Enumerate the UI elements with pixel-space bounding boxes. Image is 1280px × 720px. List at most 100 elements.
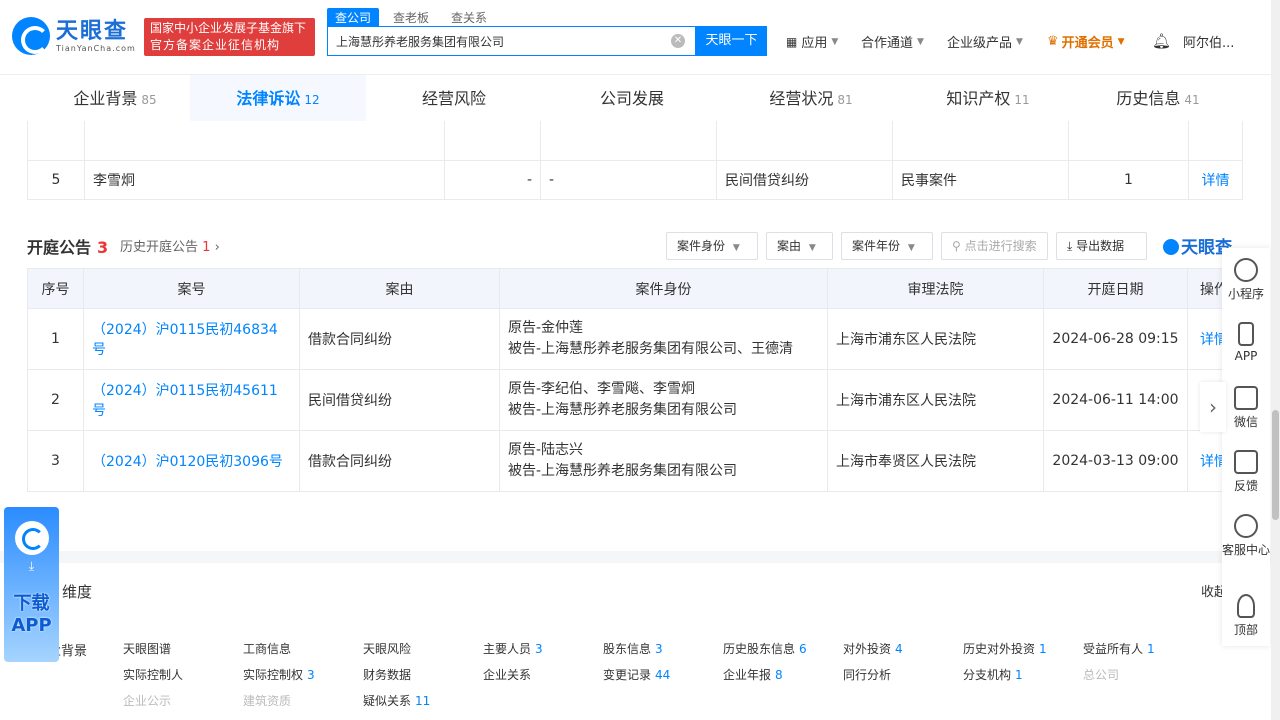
dim-count: 8: [775, 668, 783, 682]
nav-user[interactable]: 阿尔伯...: [1183, 32, 1234, 51]
search-input[interactable]: [328, 27, 658, 55]
sidebar-top[interactable]: 顶部: [1222, 594, 1270, 638]
download-app-widget[interactable]: ⤓ 下载 APP: [4, 507, 59, 662]
filter-role[interactable]: 案件身份 ▼: [666, 232, 758, 260]
defendant: 被告-上海慧彤养老服务集团有限公司: [508, 463, 738, 479]
dim-item[interactable]: 主要人员 3: [483, 640, 543, 657]
dim-count: 3: [655, 642, 663, 656]
chevron-down-icon: ▼: [1117, 36, 1125, 47]
tab-label: 法律诉讼: [236, 89, 301, 108]
dim-item[interactable]: 天眼图谱: [123, 640, 175, 657]
table-search-input[interactable]: ⚲ 点击进行搜索: [941, 232, 1048, 260]
sidebar-wechat[interactable]: 微信: [1222, 386, 1270, 430]
nav-apps[interactable]: ▦ 应用 ▼: [786, 32, 839, 52]
search-tab-relation[interactable]: 查关系: [443, 8, 495, 27]
tab-operation[interactable]: 经营状况 81: [722, 75, 900, 122]
sidebar-service[interactable]: 客服中心: [1222, 514, 1270, 558]
scrollbar[interactable]: [1271, 0, 1280, 720]
sidebar-label: 客服中心: [1222, 543, 1271, 557]
dim-item[interactable]: 股东信息 3: [603, 640, 663, 657]
search-button[interactable]: 天眼一下: [696, 26, 767, 56]
tab-label: 历史信息: [1116, 89, 1181, 108]
dim-count: 1: [1039, 642, 1047, 656]
export-button[interactable]: ⤓ 导出数据: [1056, 232, 1147, 260]
tab-ip[interactable]: 知识产权 11: [900, 75, 1076, 122]
dim-item[interactable]: 实际控制人: [123, 666, 187, 683]
col-header: 序号: [27, 268, 84, 309]
dimensions-panel: 维度 收起 企业背景 天眼图谱 工商信息 天眼风险 主要人员 3 股东信息 3 历史…: [0, 563, 1280, 720]
nav-enterprise[interactable]: 企业级产品 ▼: [947, 32, 1023, 51]
search-tab-company[interactable]: 查公司: [327, 8, 380, 27]
case-cause: 民间借贷纠纷: [716, 159, 893, 200]
scroll-right-button[interactable]: ›: [1200, 382, 1226, 432]
dim-item[interactable]: 企业关系: [483, 666, 535, 683]
hearing-date: 2024-06-11 14:00: [1043, 369, 1188, 431]
defendant: 被告-上海慧彤养老服务集团有限公司、王德清: [508, 341, 794, 357]
sidebar-miniprogram[interactable]: 小程序: [1222, 258, 1270, 302]
tab-count: 85: [141, 93, 157, 107]
bell-icon[interactable]: 🔔︎: [1152, 32, 1171, 50]
dim-item[interactable]: 受益所有人 1: [1083, 640, 1155, 657]
filter-label: 案由: [777, 239, 802, 253]
phone-icon: [1238, 322, 1254, 346]
sidebar-label: 顶部: [1233, 623, 1258, 637]
chevron-down-icon: ▼: [917, 36, 924, 47]
nav-vip[interactable]: ♛ 开通会员 ▼: [1047, 32, 1125, 51]
download-icon: ⤓: [28, 559, 35, 573]
dim-label: 企业关系: [483, 668, 532, 682]
tab-background[interactable]: 企业背景 85: [40, 75, 190, 122]
dim-label: 分支机构: [963, 668, 1012, 682]
case-number-link[interactable]: （2024）沪0115民初45611号: [83, 369, 300, 431]
history-hearing-link[interactable]: 历史开庭公告 1 ›: [120, 236, 220, 255]
brand-logo[interactable]: 天眼查 TianYanCha.com: [12, 17, 136, 55]
history-count: 1: [202, 240, 211, 255]
dim-item[interactable]: 天眼风险: [363, 640, 415, 657]
dim-item[interactable]: 实际控制权 3: [243, 666, 315, 683]
filter-cause[interactable]: 案由 ▼: [766, 232, 833, 260]
dim-count: 1: [1147, 642, 1155, 656]
scrollbar-thumb[interactable]: [1272, 410, 1279, 520]
clear-icon[interactable]: ✕: [671, 34, 685, 48]
dim-label: 股东信息: [603, 642, 652, 656]
dim-label: 变更记录: [603, 668, 652, 682]
floating-sidebar: 小程序 APP 微信 反馈 客服中心 顶部: [1222, 248, 1270, 646]
dim-item[interactable]: 同行分析: [843, 666, 895, 683]
nav-partner[interactable]: 合作通道 ▼: [861, 32, 924, 51]
dim-item[interactable]: 对外投资 4: [843, 640, 903, 657]
tab-label: 经营状况: [769, 89, 834, 108]
case-number-link[interactable]: （2024）沪0115民初46834号: [83, 308, 300, 370]
dim-item[interactable]: 财务数据: [363, 666, 415, 683]
tab-legal[interactable]: 法律诉讼 12: [190, 75, 366, 122]
chevron-down-icon: ▼: [808, 243, 816, 253]
sidebar-label: 微信: [1233, 415, 1258, 429]
dim-item[interactable]: 疑似关系 11: [363, 692, 430, 709]
case-number-link[interactable]: （2024）沪0120民初3096号: [83, 430, 300, 492]
dim-item[interactable]: 企业年报 8: [723, 666, 783, 683]
sidebar-app[interactable]: APP: [1222, 322, 1270, 363]
person-name: 李雪炯: [84, 159, 445, 200]
dim-label: 受益所有人: [1083, 642, 1144, 656]
table-row: 5 李雪炯 - - 民间借贷纠纷 民事案件 1 详情: [27, 159, 1243, 200]
filter-label: 案件年份: [852, 239, 901, 253]
sidebar-feedback[interactable]: 反馈: [1222, 450, 1270, 494]
chevron-down-icon: ▼: [1016, 36, 1023, 47]
dim-item[interactable]: 历史对外投资 1: [963, 640, 1047, 657]
detail-link[interactable]: 详情: [1188, 159, 1243, 200]
row-number: 2: [27, 369, 84, 431]
chevron-down-icon: ▼: [831, 36, 839, 47]
dim-item[interactable]: 历史股东信息 6: [723, 640, 807, 657]
dim-item[interactable]: 分支机构 1: [963, 666, 1023, 683]
search-tab-boss[interactable]: 查老板: [385, 8, 437, 27]
defendant: 被告-上海慧彤养老服务集团有限公司: [508, 402, 738, 418]
dim-item[interactable]: 工商信息: [243, 640, 295, 657]
tab-history[interactable]: 历史信息 41: [1076, 75, 1240, 122]
filter-year[interactable]: 案件年份 ▼: [841, 232, 933, 260]
section-title: 开庭公告 3: [27, 234, 108, 258]
dim-item[interactable]: 变更记录 44: [603, 666, 670, 683]
tab-risk[interactable]: 经营风险: [366, 75, 546, 122]
tab-development[interactable]: 公司发展: [546, 75, 722, 122]
tab-count: 11: [1014, 93, 1030, 107]
qrcode-icon: [1234, 386, 1258, 410]
category-tabs: 企业背景 85 法律诉讼 12 经营风险 公司发展 经营状况 81 知识产权 11 历史…: [0, 74, 1280, 122]
download-app-text: 下载 APP: [4, 593, 59, 637]
